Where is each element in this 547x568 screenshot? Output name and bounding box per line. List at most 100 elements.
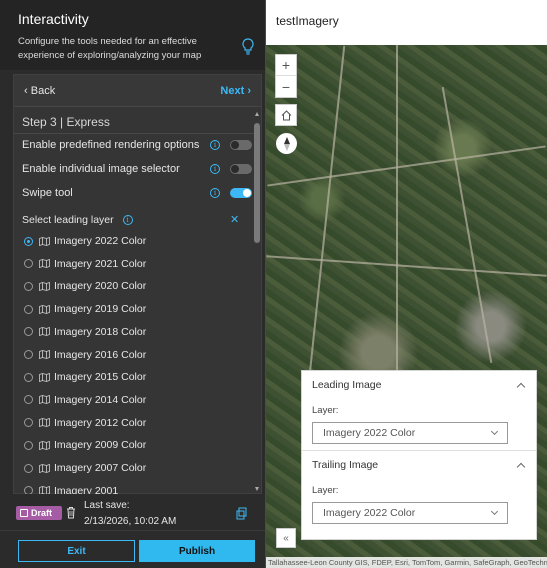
info-icon[interactable]: i <box>122 215 133 225</box>
layer-option[interactable]: Imagery 2014 Color <box>24 392 244 408</box>
config-panel: Interactivity Configure the tools needed… <box>0 0 265 568</box>
layer-option-label: Imagery 2012 Color <box>54 416 147 429</box>
option-swipe: Swipe tool i <box>22 185 252 201</box>
layer-option[interactable]: Imagery 2015 Color <box>24 369 244 385</box>
layer-option[interactable]: Imagery 2007 Color <box>24 460 244 476</box>
panel-header: Interactivity Configure the tools needed… <box>0 0 265 70</box>
zoom-in-button[interactable]: + <box>276 55 296 76</box>
layer-option[interactable]: Imagery 2021 Color <box>24 256 244 272</box>
save-bar: Draft Last save: 2/13/2026, 10:02 AM <box>0 498 265 530</box>
next-button[interactable]: Next › <box>220 85 251 97</box>
radio-button[interactable] <box>24 281 33 291</box>
layer-option[interactable]: Imagery 2009 Color <box>24 437 244 453</box>
layer-option[interactable]: Imagery 2016 Color <box>24 347 244 363</box>
trailing-layer-value: Imagery 2022 Color <box>323 507 416 519</box>
action-bar: Exit Publish <box>0 530 265 568</box>
trash-icon[interactable] <box>66 506 76 519</box>
radio-button[interactable] <box>24 327 33 337</box>
scroll-up-arrow[interactable] <box>255 112 259 116</box>
info-icon[interactable]: i <box>210 164 220 174</box>
road <box>396 45 398 375</box>
home-button[interactable] <box>275 104 297 126</box>
option-rendering-label: Enable predefined rendering options <box>22 139 200 151</box>
layer-option[interactable]: Imagery 2018 Color <box>24 324 244 340</box>
info-icon[interactable]: i <box>210 140 220 150</box>
radio-button[interactable] <box>24 486 33 494</box>
map-title-bar: testImagery <box>266 0 547 45</box>
radio-button[interactable] <box>24 463 33 473</box>
layer-option-label: Imagery 2007 Color <box>54 462 147 474</box>
leading-layer-heading: Select leading layer i <box>22 214 143 226</box>
radio-button[interactable] <box>24 440 33 450</box>
scrollbar[interactable] <box>254 109 260 494</box>
leading-layer-select[interactable]: Imagery 2022 Color <box>312 422 508 444</box>
radio-button[interactable] <box>24 304 33 314</box>
scroll-down-arrow[interactable] <box>255 487 259 491</box>
publish-button[interactable]: Publish <box>139 540 255 562</box>
step-title: Step 3 | Express <box>22 115 110 129</box>
lightbulb-icon[interactable] <box>241 38 255 56</box>
leading-title: Leading Image <box>312 379 382 391</box>
road <box>308 45 346 375</box>
scroll-thumb[interactable] <box>254 123 260 243</box>
layer-option-label: Imagery 2020 Color <box>54 280 147 293</box>
layer-option-label: Imagery 2019 Color <box>54 303 147 316</box>
close-icon[interactable]: ✕ <box>230 213 239 226</box>
map-icon <box>39 440 50 450</box>
swipe-panel: Leading Image Layer: Imagery 2022 Color … <box>301 370 537 540</box>
swipe-toggle[interactable] <box>230 188 252 198</box>
layer-option[interactable]: Imagery 2001 <box>24 483 244 494</box>
back-button[interactable]: ‹ Back <box>24 85 55 97</box>
radio-button[interactable] <box>24 418 33 428</box>
compass-button[interactable] <box>276 133 297 154</box>
radio-button[interactable] <box>24 236 33 246</box>
map-icon <box>39 418 50 428</box>
layer-option-label: Imagery 2009 Color <box>54 439 147 452</box>
step-divider <box>14 133 254 134</box>
map-icon <box>39 350 50 359</box>
last-save-date: 2/13/2026, 10:02 AM <box>84 516 177 527</box>
exit-button[interactable]: Exit <box>18 540 135 562</box>
last-save-label: Last save: <box>84 500 130 511</box>
layer-option[interactable]: Imagery 2022 Color <box>24 233 244 249</box>
layer-option[interactable]: Imagery 2012 Color <box>24 415 244 431</box>
layer-option-label: Imagery 2022 Color <box>54 235 147 247</box>
trailing-header[interactable]: Trailing Image <box>302 451 536 479</box>
map-icon <box>39 395 50 405</box>
leading-layer-value: Imagery 2022 Color <box>323 427 416 439</box>
leading-header[interactable]: Leading Image <box>302 371 536 399</box>
layer-option-label: Imagery 2001 <box>54 484 119 494</box>
layer-option-label: Imagery 2021 Color <box>54 257 147 270</box>
layer-option[interactable]: Imagery 2020 Color <box>24 278 244 294</box>
toggle-knob <box>231 141 239 149</box>
trailing-layer-select[interactable]: Imagery 2022 Color <box>312 502 508 524</box>
zoom-out-button[interactable]: − <box>276 76 296 97</box>
option-swipe-label: Swipe tool <box>22 187 73 199</box>
collapse-button[interactable]: « <box>276 528 296 548</box>
trailing-title: Trailing Image <box>312 459 379 471</box>
trailing-layer-field-label: Layer: <box>312 485 339 496</box>
chevron-up-icon <box>516 382 526 391</box>
layer-option[interactable]: Imagery 2019 Color <box>24 301 244 317</box>
leading-layer-label: Select leading layer <box>22 214 114 226</box>
panel-title: Interactivity <box>18 11 89 27</box>
road <box>266 255 547 277</box>
layer-option-label: Imagery 2016 Color <box>54 348 147 361</box>
map-view: testImagery + − Leading Image Layer: Ima… <box>266 0 547 568</box>
map-icon <box>39 304 50 314</box>
image-selector-toggle[interactable] <box>230 164 252 174</box>
radio-button[interactable] <box>24 350 33 359</box>
radio-button[interactable] <box>24 395 33 405</box>
leading-section: Leading Image Layer: Imagery 2022 Color <box>302 371 536 444</box>
road <box>441 86 493 364</box>
panel-description: Configure the tools needed for an effect… <box>18 36 202 61</box>
map-icon <box>39 327 50 337</box>
rendering-toggle[interactable] <box>230 140 252 150</box>
copy-icon[interactable] <box>236 507 247 520</box>
radio-button[interactable] <box>24 372 33 382</box>
map-icon <box>39 486 50 494</box>
info-icon[interactable]: i <box>210 188 220 198</box>
map-icon <box>39 281 50 291</box>
map-icon <box>39 259 50 269</box>
radio-button[interactable] <box>24 259 33 269</box>
